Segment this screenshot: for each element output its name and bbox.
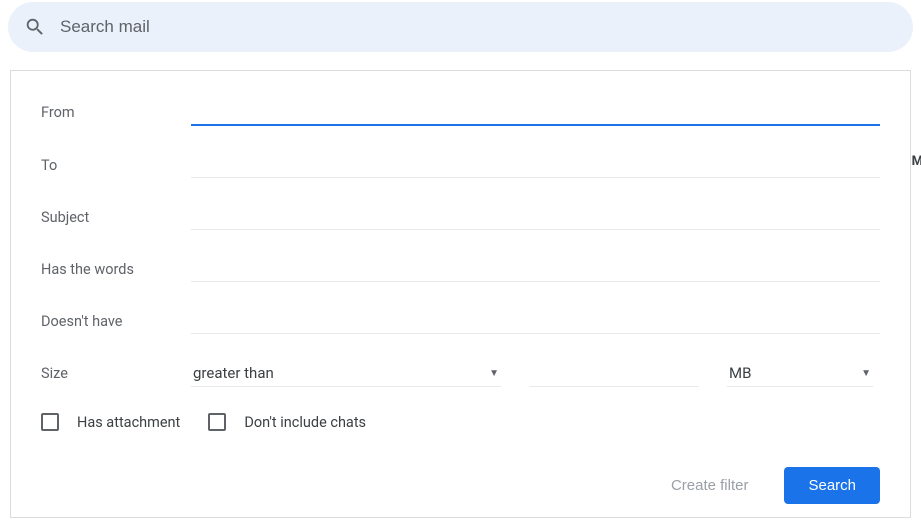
- has-words-input[interactable]: [191, 256, 880, 282]
- size-unit-value: MB: [729, 364, 751, 382]
- has-words-label: Has the words: [41, 261, 191, 278]
- subject-label: Subject: [41, 209, 191, 226]
- to-row: To: [41, 152, 880, 178]
- size-row: Size greater than ▼ MB ▼: [41, 360, 880, 387]
- search-button[interactable]: Search: [784, 467, 880, 504]
- has-attachment-label: Has attachment: [77, 414, 180, 431]
- from-input[interactable]: [191, 99, 880, 126]
- size-comparator-value: greater than: [193, 364, 274, 382]
- doesnt-have-label: Doesn't have: [41, 313, 191, 330]
- to-input[interactable]: [191, 152, 880, 178]
- dont-include-chats-group: Don't include chats: [208, 413, 366, 431]
- chevron-down-icon: ▼: [489, 368, 499, 379]
- search-icon[interactable]: [24, 16, 46, 38]
- subject-input[interactable]: [191, 204, 880, 230]
- has-attachment-group: Has attachment: [41, 413, 180, 431]
- from-label: From: [41, 104, 191, 121]
- size-comparator-dropdown[interactable]: greater than ▼: [191, 360, 501, 387]
- search-bar: [8, 2, 913, 52]
- create-filter-button[interactable]: Create filter: [659, 469, 761, 502]
- button-row: Create filter Search: [41, 467, 880, 504]
- checkbox-row: Has attachment Don't include chats: [41, 413, 880, 431]
- doesnt-have-input[interactable]: [191, 308, 880, 334]
- from-row: From: [41, 99, 880, 126]
- dont-include-chats-label: Don't include chats: [244, 414, 366, 431]
- size-label: Size: [41, 365, 191, 382]
- size-value-input[interactable]: [529, 361, 699, 387]
- chevron-down-icon: ▼: [861, 368, 871, 379]
- has-words-row: Has the words: [41, 256, 880, 282]
- doesnt-have-row: Doesn't have: [41, 308, 880, 334]
- subject-row: Subject: [41, 204, 880, 230]
- dont-include-chats-checkbox[interactable]: [208, 413, 226, 431]
- size-unit-dropdown[interactable]: MB ▼: [727, 360, 873, 387]
- search-input[interactable]: [60, 17, 897, 37]
- has-attachment-checkbox[interactable]: [41, 413, 59, 431]
- background-partial-text: M: [912, 154, 921, 169]
- to-label: To: [41, 157, 191, 174]
- advanced-search-panel: From To Subject Has the words Doesn't ha…: [10, 70, 911, 518]
